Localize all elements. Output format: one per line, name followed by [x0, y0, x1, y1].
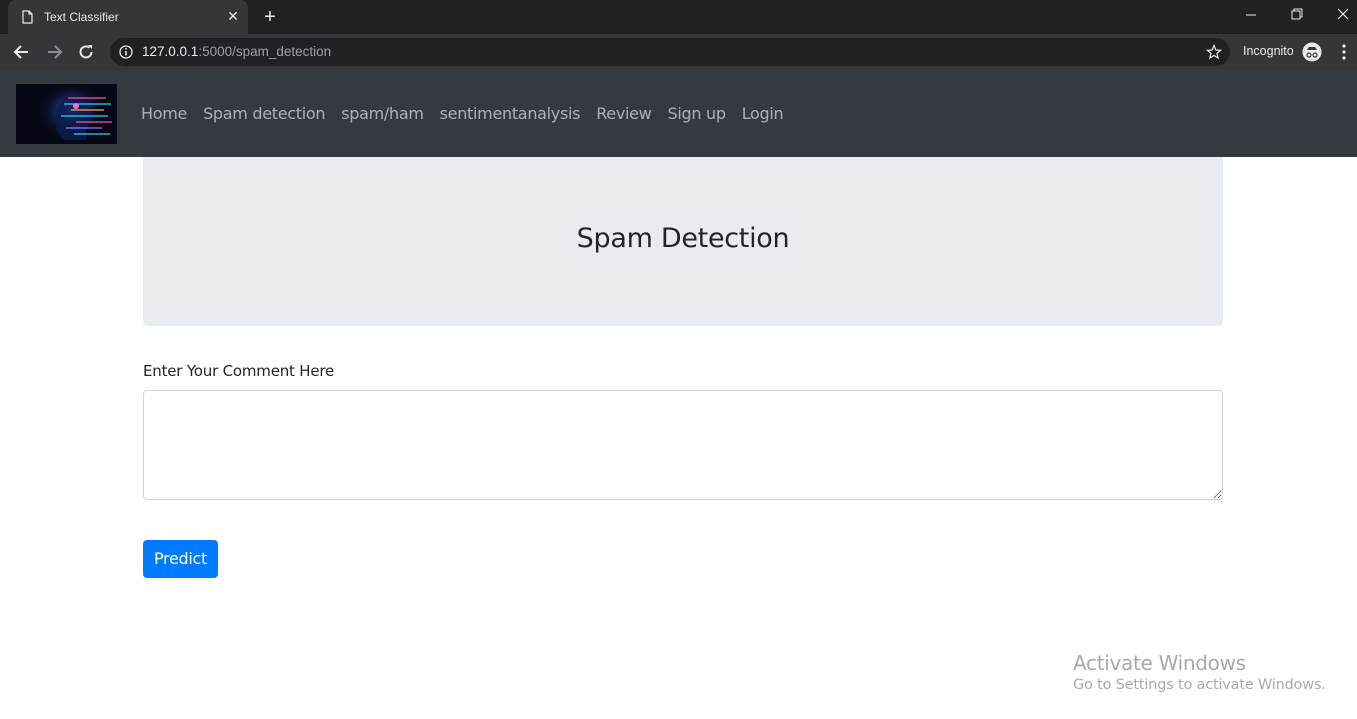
browser-tab-bar: Text Classifier ✕ + — [0, 0, 1357, 34]
info-icon[interactable] — [119, 45, 133, 59]
forward-icon[interactable] — [44, 42, 64, 62]
address-bar[interactable]: 127.0.0.1:5000/spam_detection — [110, 38, 1230, 66]
close-window-icon[interactable] — [1332, 6, 1354, 26]
predict-button[interactable]: Predict — [143, 540, 218, 578]
minimize-icon[interactable] — [1240, 6, 1262, 26]
url-host: 127.0.0.1 — [142, 44, 199, 59]
nav-links: Home Spam detection spam/ham sentimentan… — [141, 104, 799, 123]
incognito-label: Incognito — [1243, 44, 1294, 58]
brand-logo[interactable] — [16, 84, 117, 144]
new-tab-button[interactable]: + — [260, 7, 280, 27]
hero-banner: Spam Detection — [143, 157, 1223, 326]
back-icon[interactable] — [12, 42, 32, 62]
nav-link-login[interactable]: Login — [742, 104, 784, 123]
url-path: :5000/spam_detection — [198, 44, 332, 59]
incognito-icon[interactable] — [1302, 42, 1322, 62]
comment-textarea[interactable] — [143, 390, 1223, 500]
nav-link-sign-up[interactable]: Sign up — [668, 104, 726, 123]
nav-link-sentiment-analysis[interactable]: sentimentanalysis — [440, 104, 581, 123]
document-icon — [22, 10, 33, 24]
restore-icon[interactable] — [1286, 6, 1308, 26]
nav-link-review[interactable]: Review — [596, 104, 652, 123]
activate-windows-subtitle: Go to Settings to activate Windows. — [1073, 677, 1326, 693]
browser-tab[interactable]: Text Classifier ✕ — [8, 0, 248, 34]
bookmark-star-icon[interactable] — [1206, 44, 1222, 60]
nav-link-spam-detection[interactable]: Spam detection — [203, 104, 325, 123]
site-navbar: Home Spam detection spam/ham sentimentan… — [0, 70, 1357, 157]
page-title: Spam Detection — [576, 223, 790, 254]
browser-toolbar: 127.0.0.1:5000/spam_detection Incognito — [0, 34, 1357, 70]
tab-title: Text Classifier — [44, 10, 119, 24]
reload-icon[interactable] — [76, 42, 96, 62]
brand-logo-image — [16, 84, 117, 144]
nav-link-spam-ham[interactable]: spam/ham — [341, 104, 424, 123]
comment-label: Enter Your Comment Here — [143, 362, 335, 380]
url-text[interactable]: 127.0.0.1:5000/spam_detection — [142, 44, 331, 59]
browser-menu-icon[interactable] — [1338, 44, 1350, 60]
activate-windows-title: Activate Windows — [1073, 651, 1246, 675]
nav-link-home[interactable]: Home — [141, 104, 187, 123]
close-tab-icon[interactable]: ✕ — [226, 9, 240, 23]
